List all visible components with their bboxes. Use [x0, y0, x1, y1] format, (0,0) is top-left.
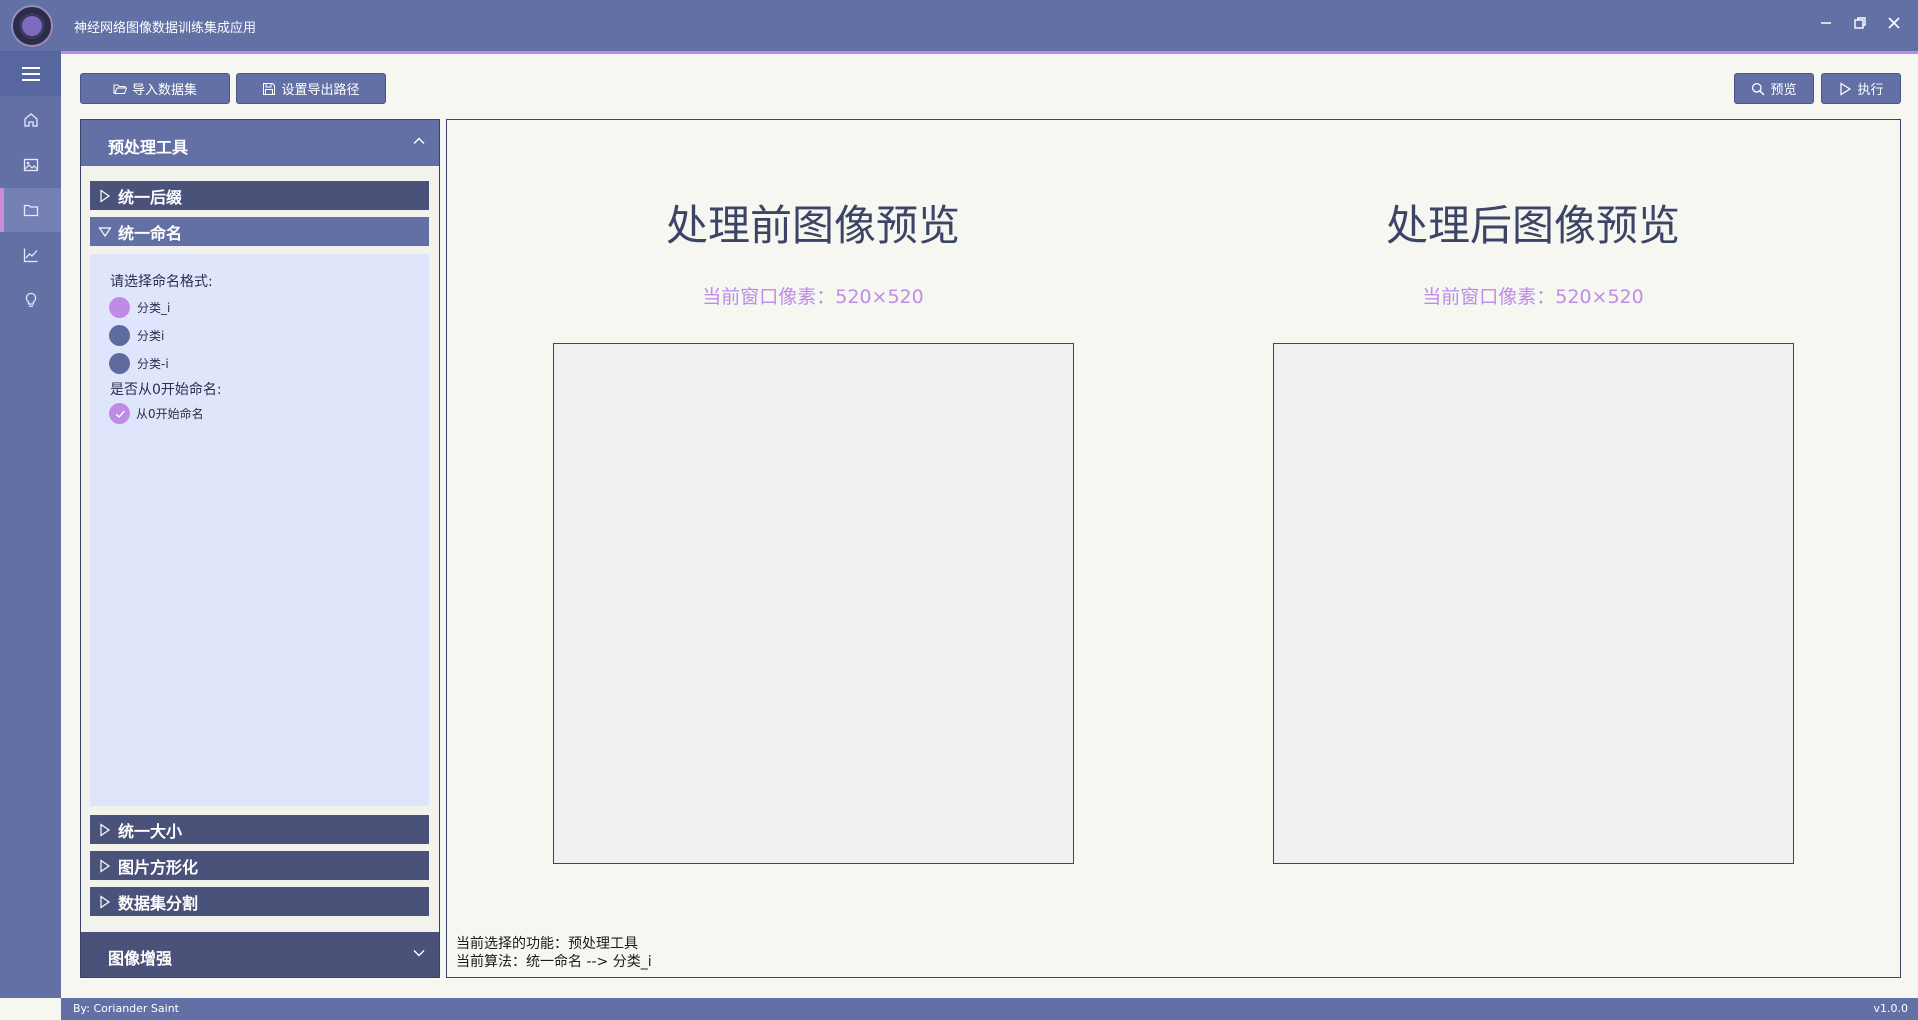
set-export-path-button[interactable]: 设置导出路径: [236, 73, 386, 104]
section-unify-size-label: 统一大小: [118, 821, 183, 841]
section-unify-suffix-label: 统一后缀: [118, 187, 183, 207]
preview-panel: 处理前图像预览 处理后图像预览 当前窗口像素：520×520 当前窗口像素：52…: [446, 119, 1901, 978]
image-augment-header[interactable]: 图像增强: [81, 932, 439, 977]
run-button[interactable]: 执行: [1821, 73, 1901, 104]
radio-option-underscore[interactable]: 分类_i: [109, 297, 170, 318]
import-dataset-label: 导入数据集: [131, 83, 197, 98]
preprocess-title: 预处理工具: [108, 138, 189, 157]
status-bar: By: Coriander Saint v1.0.0: [61, 998, 1918, 1020]
start-from-zero-checkbox[interactable]: 从0开始命名: [109, 403, 204, 424]
chevron-up-icon: [413, 137, 425, 144]
start-from-zero-checkbox-label: 从0开始命名: [136, 407, 204, 421]
radio-option-plain[interactable]: 分类i: [109, 325, 164, 346]
image-augment-title: 图像增强: [108, 949, 173, 968]
import-dataset-button[interactable]: 导入数据集: [80, 73, 230, 104]
radio-unselected-icon: [109, 353, 130, 374]
after-image-preview: [1273, 343, 1794, 864]
radio-option-label: 分类i: [137, 329, 165, 343]
section-square-image-label: 图片方形化: [118, 857, 199, 877]
preprocess-header[interactable]: 预处理工具: [81, 120, 439, 166]
triangle-right-icon: [100, 188, 111, 203]
after-pixel-info: 当前窗口像素：520×520: [1422, 286, 1644, 308]
triangle-right-icon: [100, 822, 111, 837]
home-icon[interactable]: [0, 98, 61, 142]
before-pixel-info: 当前窗口像素：520×520: [702, 286, 924, 308]
window-title: 神经网络图像数据训练集成应用: [74, 21, 257, 36]
preprocess-panel: 预处理工具 统一后缀 统一命名 请选择命名格式: 分类_i 分类i 分类-i 是…: [80, 119, 440, 978]
triangle-right-icon: [100, 858, 111, 873]
start-from-zero-label: 是否从0开始命名:: [110, 382, 222, 398]
title-bar: 神经网络图像数据训练集成应用: [0, 0, 1918, 54]
after-preview-title: 处理后图像预览: [1385, 201, 1680, 250]
lightbulb-icon[interactable]: [0, 278, 61, 322]
section-dataset-split[interactable]: 数据集分割: [90, 887, 429, 916]
run-label: 执行: [1857, 83, 1884, 98]
section-dataset-split-label: 数据集分割: [118, 893, 199, 913]
chevron-down-icon: [413, 950, 425, 957]
app-logo: [11, 5, 53, 47]
close-icon[interactable]: [1882, 14, 1906, 36]
search-icon: [1752, 82, 1766, 96]
radio-option-dash[interactable]: 分类-i: [109, 353, 169, 374]
status-current-function: 当前选择的功能：预处理工具: [456, 936, 638, 952]
section-unify-rename[interactable]: 统一命名: [90, 217, 429, 246]
section-unify-suffix[interactable]: 统一后缀: [90, 181, 429, 210]
folder-icon[interactable]: [0, 188, 61, 232]
checkmark-icon: [109, 403, 130, 424]
version-text: v1.0.0: [1873, 1002, 1909, 1015]
set-export-path-label: 设置导出路径: [281, 83, 360, 98]
menu-icon[interactable]: [0, 51, 61, 96]
radio-option-label: 分类-i: [137, 357, 169, 371]
image-icon[interactable]: [0, 143, 61, 187]
triangle-right-icon: [100, 894, 111, 909]
before-image-preview: [553, 343, 1074, 864]
play-icon: [1840, 81, 1852, 96]
naming-format-label: 请选择命名格式:: [110, 274, 213, 290]
radio-option-label: 分类_i: [137, 301, 171, 315]
folder-open-icon: [113, 84, 127, 94]
section-unify-rename-label: 统一命名: [118, 223, 183, 243]
radio-selected-icon: [109, 297, 130, 318]
author-text: By: Coriander Saint: [73, 1002, 179, 1015]
minimize-icon[interactable]: [1814, 14, 1838, 36]
nav-rail: [0, 51, 61, 998]
section-unify-size[interactable]: 统一大小: [90, 815, 429, 844]
radio-unselected-icon: [109, 325, 130, 346]
title-accent-line: [61, 51, 1918, 54]
save-icon: [263, 82, 276, 95]
triangle-down-icon: [98, 226, 112, 237]
chart-icon[interactable]: [0, 233, 61, 277]
preview-label: 预览: [1770, 83, 1797, 98]
status-current-algorithm: 当前算法：统一命名 --> 分类_i: [456, 954, 652, 970]
section-square-image[interactable]: 图片方形化: [90, 851, 429, 880]
rename-options-panel: 请选择命名格式: 分类_i 分类i 分类-i 是否从0开始命名: 从0开始命名: [90, 254, 429, 806]
before-preview-title: 处理前图像预览: [665, 201, 960, 250]
preview-button[interactable]: 预览: [1734, 73, 1814, 104]
restore-icon[interactable]: [1848, 14, 1872, 36]
